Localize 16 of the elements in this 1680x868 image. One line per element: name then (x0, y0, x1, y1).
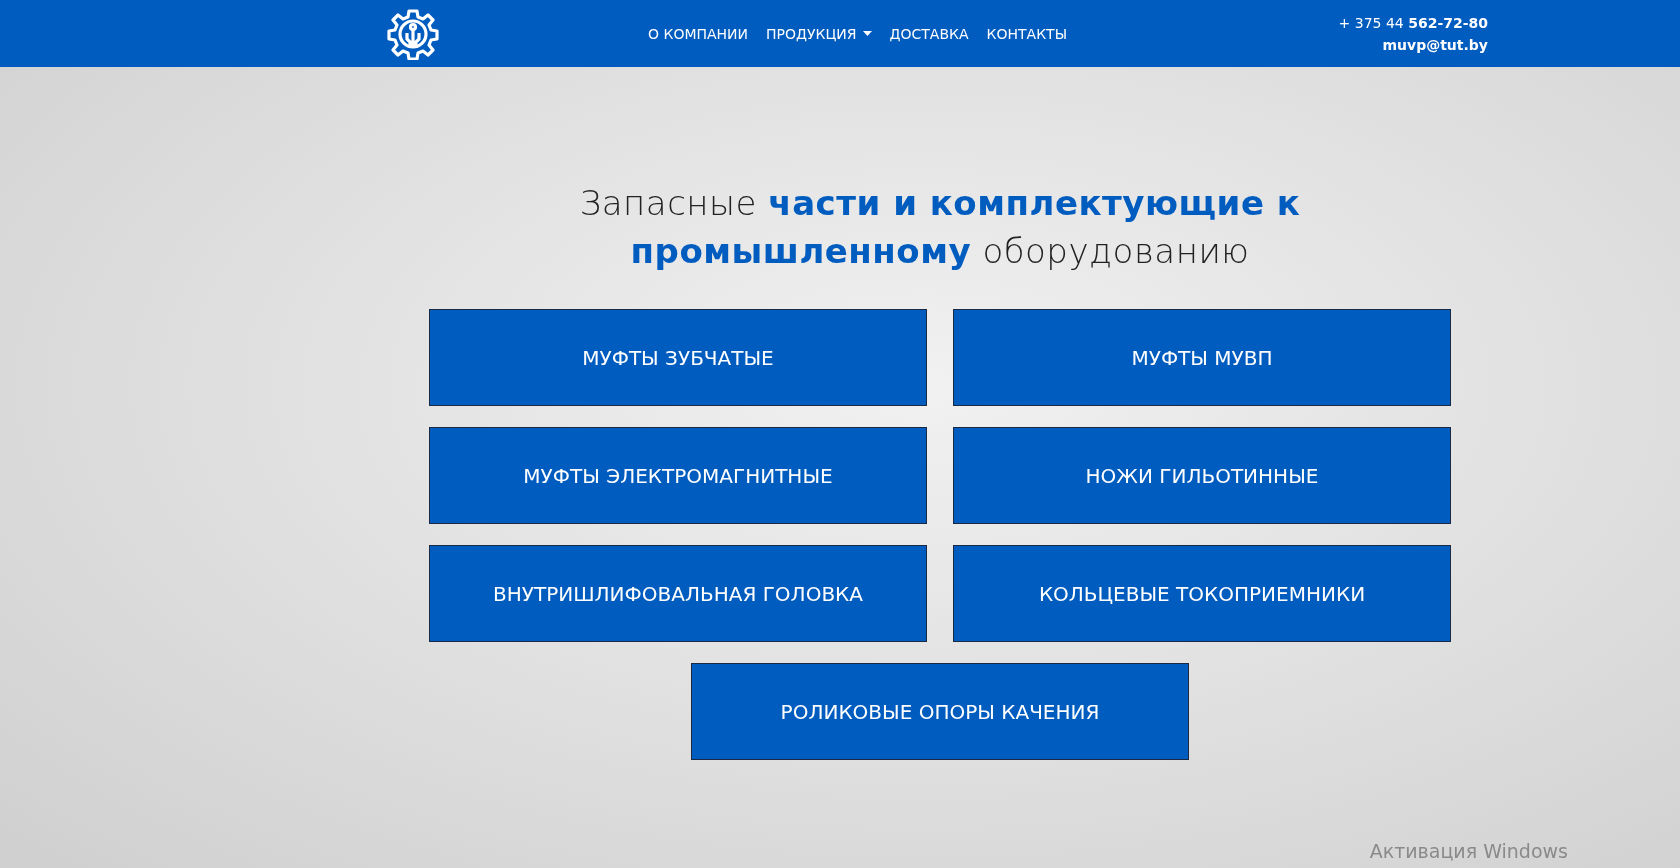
category-button[interactable]: НОЖИ ГИЛЬОТИННЫЕ (953, 427, 1451, 524)
nav-link[interactable]: О КОМПАНИИ (640, 17, 757, 50)
category-button[interactable]: КОЛЬЦЕВЫЕ ТОКОПРИЕМНИКИ (953, 545, 1451, 642)
nav-link[interactable]: ДОСТАВКА (881, 17, 977, 50)
nav-link[interactable]: КОНТАКТЫ (978, 17, 1075, 50)
gear-logo-icon[interactable] (387, 7, 439, 60)
category-button[interactable]: МУФТЫ МУВП (953, 309, 1451, 406)
hero-heading: Запасные части и комплектующие к промышленному оборудованию (578, 182, 1302, 273)
category-button[interactable]: МУФТЫ ЗУБЧАТЫЕ (429, 309, 927, 406)
nav-link[interactable]: ПРОДУКЦИЯ (758, 17, 880, 50)
category-button[interactable]: РОЛИКОВЫЕ ОПОРЫ КАЧЕНИЯ (691, 663, 1189, 760)
category-button[interactable]: МУФТЫ ЭЛЕКТРОМАГНИТНЫЕ (429, 427, 927, 524)
os-activation-notice: Активация Windows (1369, 840, 1568, 862)
email-address: muvp@tut.by (1382, 36, 1488, 53)
category-button[interactable]: ВНУТРИШЛИФОВАЛЬНАЯ ГОЛОВКА (429, 545, 927, 642)
phone-number: + 375 44 562-72-80 (1338, 14, 1488, 31)
